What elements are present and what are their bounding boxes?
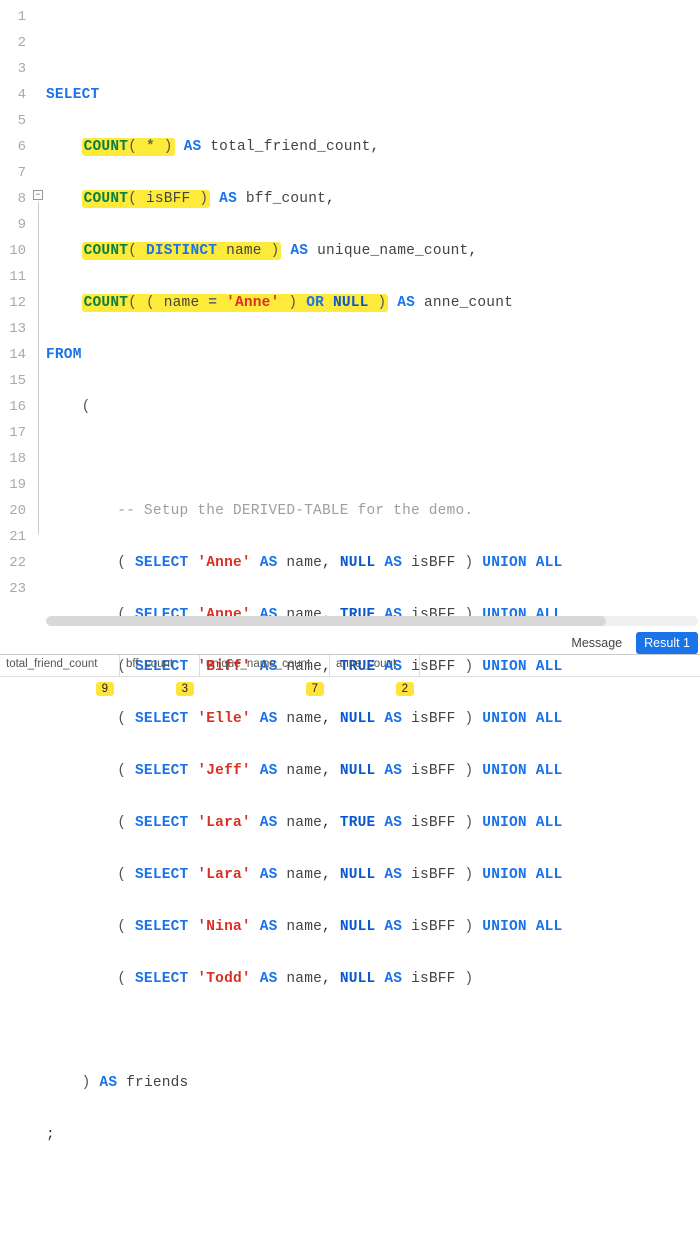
code-line: -- Setup the DERIVED-TABLE for the demo. <box>46 498 700 524</box>
code-line: ( SELECT 'Lara' AS name, TRUE AS isBFF )… <box>46 810 700 836</box>
horizontal-scrollbar[interactable] <box>46 616 698 626</box>
code-line: COUNT( isBFF ) AS bff_count, <box>46 186 700 212</box>
code-line: ; <box>46 1122 700 1148</box>
code-line: ( SELECT 'Jeff' AS name, NULL AS isBFF )… <box>46 758 700 784</box>
code-line: SELECT <box>46 82 700 108</box>
code-line: ( <box>46 394 700 420</box>
cell: 7 <box>200 680 330 698</box>
results-grid: total_friend_count bff_count unique_name… <box>0 654 700 700</box>
col-header[interactable]: total_friend_count <box>0 655 120 676</box>
code-line: ( SELECT 'Anne' AS name, NULL AS isBFF )… <box>46 550 700 576</box>
code-line: COUNT( * ) AS total_friend_count, <box>46 134 700 160</box>
code-line: COUNT( ( name = 'Anne' ) OR NULL ) AS an… <box>46 290 700 316</box>
line-gutter: 123 456 789 101112 131415 161718 192021 … <box>0 0 32 602</box>
code-line <box>46 446 700 472</box>
code-editor[interactable]: 123 456 789 101112 131415 161718 192021 … <box>0 0 700 605</box>
fold-toggle-icon[interactable]: − <box>33 190 43 200</box>
code-line: FROM <box>46 342 700 368</box>
code-line: COUNT( DISTINCT name ) AS unique_name_co… <box>46 238 700 264</box>
code-line <box>46 30 700 56</box>
code-line: ) AS friends <box>46 1070 700 1096</box>
result-tabs: Message Result 1 <box>563 632 700 654</box>
code-line: ( SELECT 'Lara' AS name, NULL AS isBFF )… <box>46 862 700 888</box>
cell: 3 <box>120 680 200 698</box>
code-line: ( SELECT 'Todd' AS name, NULL AS isBFF ) <box>46 966 700 992</box>
tab-message[interactable]: Message <box>563 632 630 654</box>
scrollbar-thumb[interactable] <box>46 616 606 626</box>
cell: 2 <box>330 680 420 698</box>
code-line <box>46 1174 700 1200</box>
results-data-row[interactable]: 9 3 7 2 <box>0 677 700 701</box>
tab-result1[interactable]: Result 1 <box>636 632 698 654</box>
col-header[interactable]: anne_count <box>330 655 420 676</box>
code-line: ( SELECT 'Nina' AS name, NULL AS isBFF )… <box>46 914 700 940</box>
cell: 9 <box>0 680 120 698</box>
code-line <box>46 1018 700 1044</box>
col-header[interactable]: bff_count <box>120 655 200 676</box>
col-header[interactable]: unique_name_count <box>200 655 330 676</box>
code-area[interactable]: SELECT COUNT( * ) AS total_friend_count,… <box>46 0 700 1252</box>
results-header-row: total_friend_count bff_count unique_name… <box>0 655 700 677</box>
code-line: ( SELECT 'Elle' AS name, NULL AS isBFF )… <box>46 706 700 732</box>
